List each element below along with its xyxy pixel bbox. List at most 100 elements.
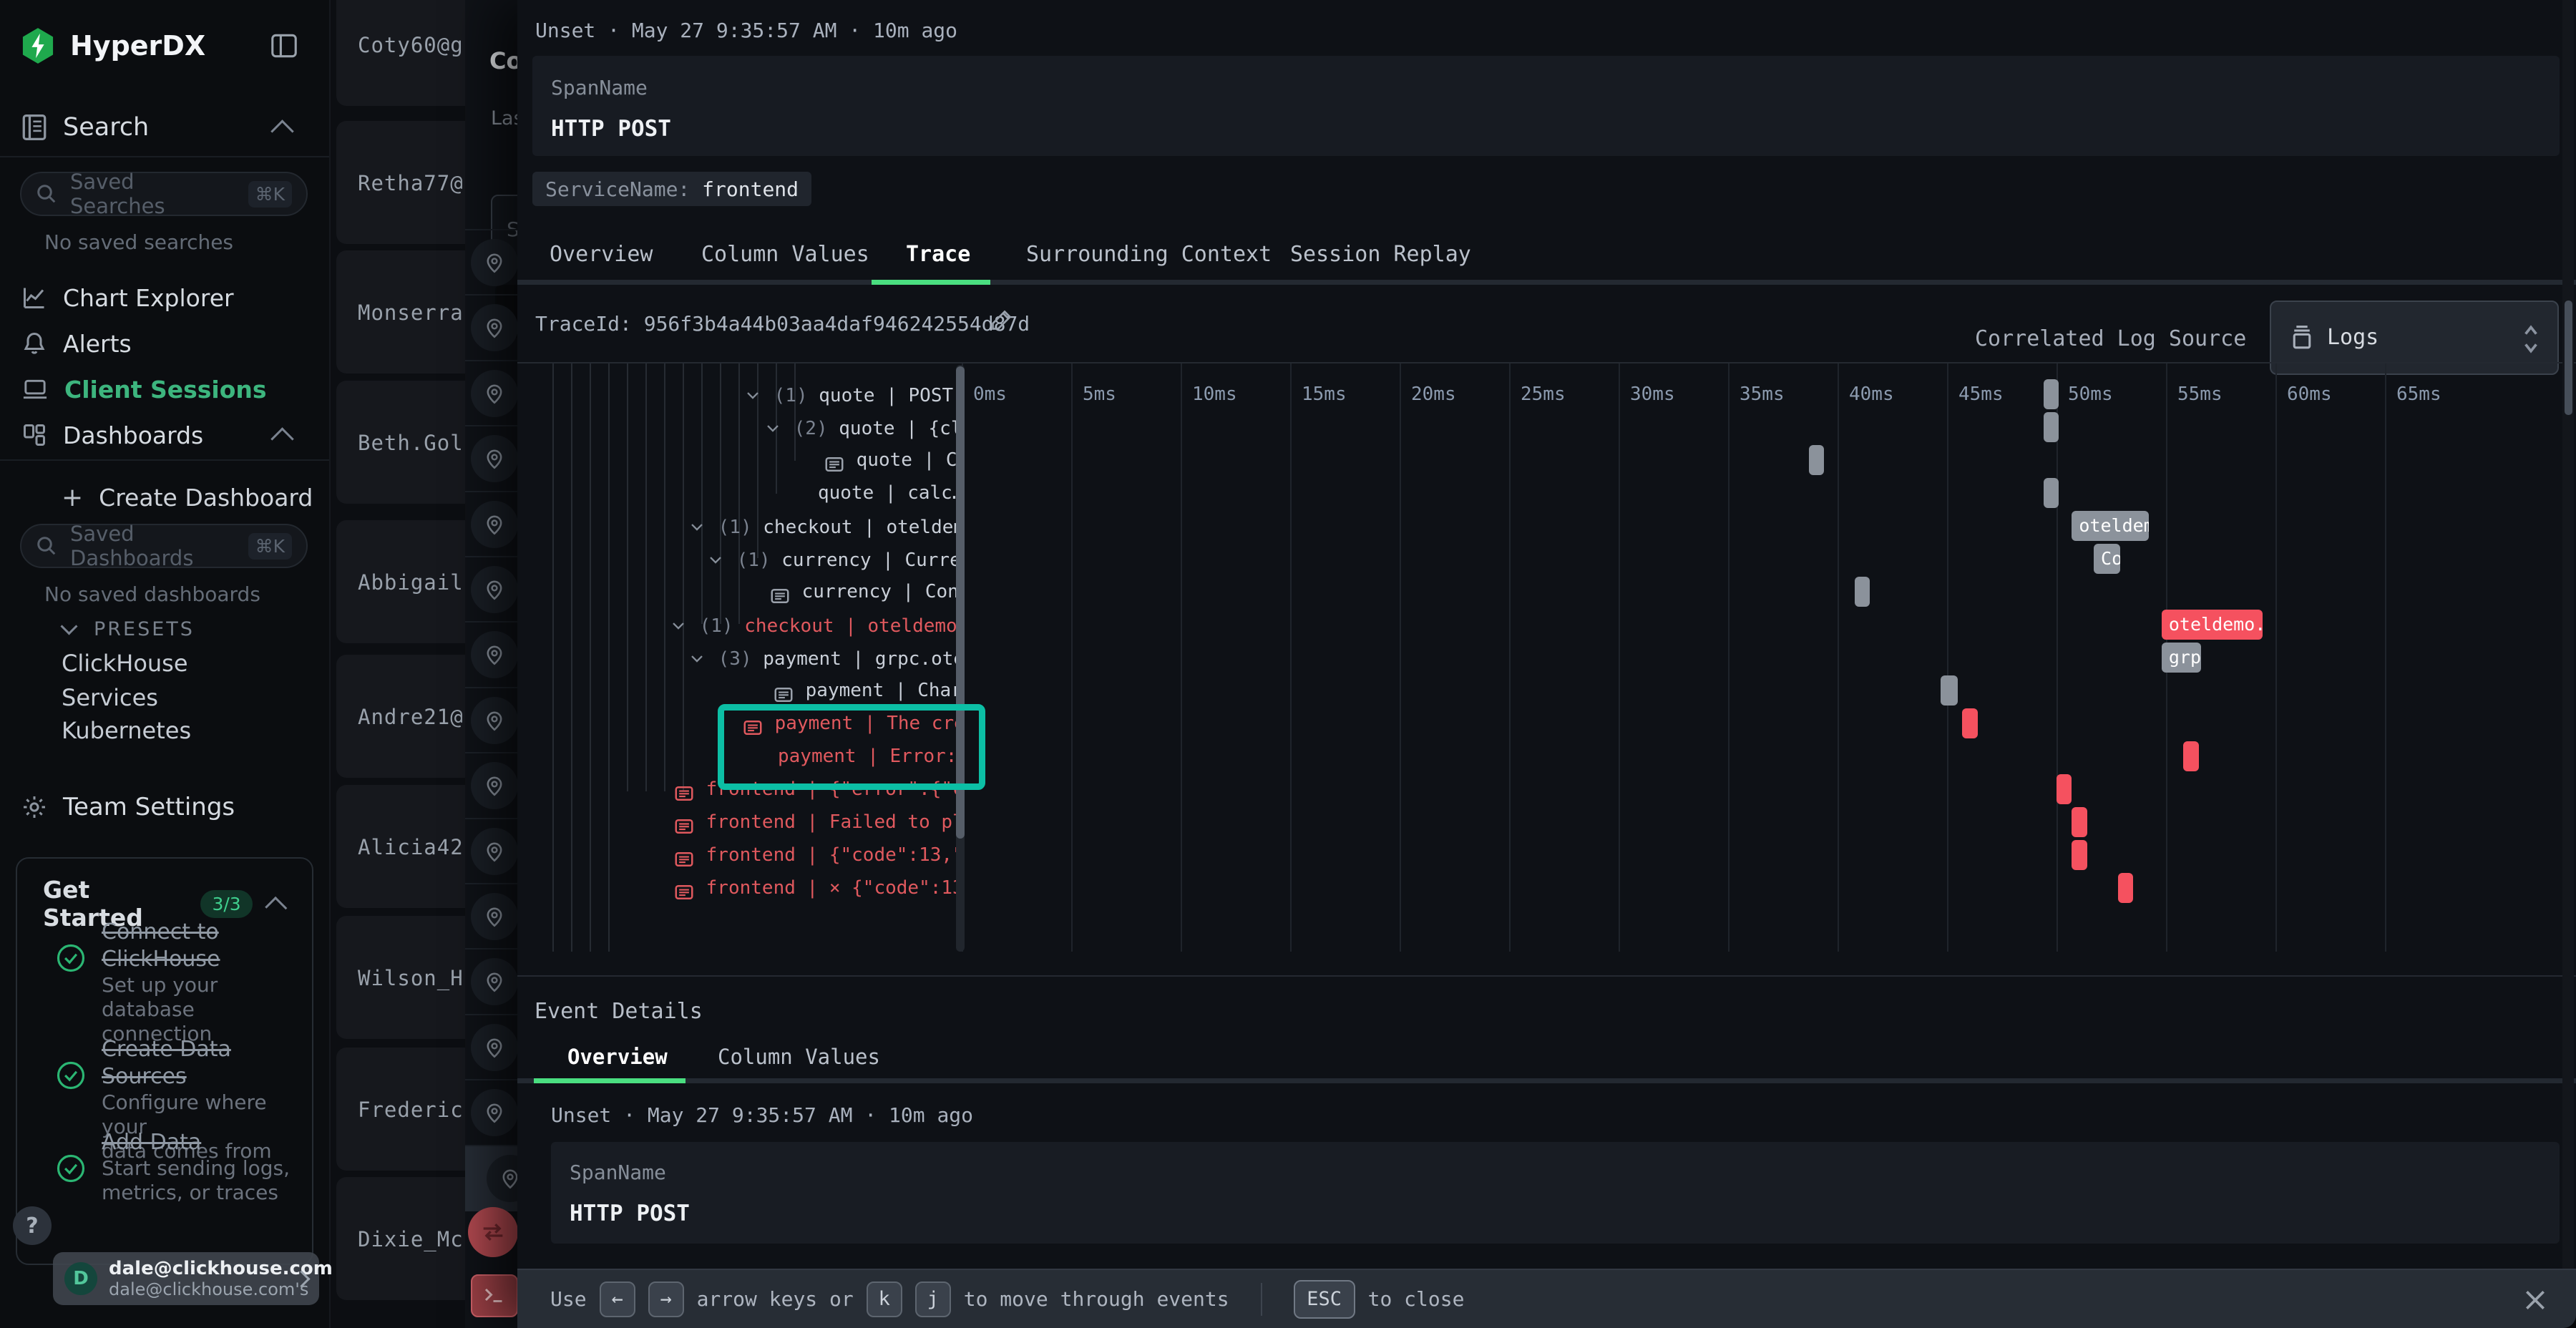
preset-clickhouse[interactable]: ClickHouse <box>62 650 188 677</box>
span-bar[interactable]: oteldemo.C <box>2072 511 2148 541</box>
location-pin-icon <box>471 1089 517 1136</box>
create-dashboard-button[interactable]: + Create Dashboard <box>62 478 348 517</box>
get-started-step-3[interactable]: Add Data Start sending logs, metrics, or… <box>102 1129 290 1205</box>
session-event-row[interactable] <box>465 1079 517 1146</box>
sidebar-item-client-sessions[interactable]: Client Sessions <box>21 369 308 409</box>
get-started-step-1[interactable]: Connect to ClickHouse Set up your databa… <box>102 919 312 1046</box>
trace-tree-row[interactable]: (1) checkout | oteldemo.… <box>517 509 961 542</box>
get-started-card: Get Started 3/3 Connect to ClickHouse Se… <box>16 857 313 1265</box>
span-bar[interactable] <box>1809 445 1824 475</box>
span-bar[interactable] <box>2072 807 2087 837</box>
trace-tree-row[interactable]: quote | calc… <box>517 477 961 509</box>
trace-tree-row[interactable]: frontend | × {"code":13,"d… <box>517 872 961 904</box>
arrow-right-key[interactable]: → <box>648 1281 684 1317</box>
trace-tree-row[interactable]: (1) quote | POST … <box>517 378 961 411</box>
chevron-down-icon[interactable] <box>763 411 783 444</box>
session-card[interactable]: Monserra <box>336 250 465 374</box>
span-bar[interactable]: Co <box>2094 544 2120 574</box>
chevron-down-icon[interactable] <box>668 608 688 641</box>
trace-tree-row[interactable]: payment | Charge … <box>517 674 961 707</box>
span-bar[interactable] <box>2118 873 2133 903</box>
preset-services[interactable]: Services <box>62 684 158 711</box>
location-pin-icon <box>487 1155 517 1202</box>
session-event-row[interactable] <box>465 883 517 949</box>
session-event-row[interactable] <box>465 687 517 753</box>
sidebar-item-team-settings[interactable]: Team Settings <box>21 787 308 827</box>
preset-kubernetes[interactable]: Kubernetes <box>62 717 191 744</box>
session-card[interactable]: Frederic <box>336 1048 465 1171</box>
saved-searches-input[interactable]: Saved Searches ⌘K <box>20 172 308 216</box>
trace-tree-row[interactable]: (3) payment | grpc.oteld… <box>517 641 961 674</box>
session-event-row[interactable] <box>465 948 517 1015</box>
trace-tree-row[interactable]: frontend | {"code":13,"det… <box>517 839 961 872</box>
sidebar-item-chart-explorer[interactable]: Chart Explorer <box>21 278 308 318</box>
span-bar[interactable] <box>1962 708 1977 738</box>
console-error-icon[interactable] <box>471 1274 518 1317</box>
drawer-scrollbar-thumb[interactable] <box>2565 301 2572 415</box>
session-card[interactable]: Retha77@ <box>336 121 465 244</box>
chevron-up-icon[interactable] <box>265 896 287 918</box>
span-bar[interactable] <box>1855 577 1870 607</box>
span-bar[interactable] <box>2044 412 2059 442</box>
span-bar[interactable] <box>2057 774 2072 804</box>
session-event-row[interactable] <box>465 1145 517 1211</box>
saved-dashboards-input[interactable]: Saved Dashboards ⌘K <box>20 524 308 568</box>
span-bar[interactable]: grp <box>2162 643 2201 673</box>
trace-tree-row[interactable]: (1) currency | Currenc… <box>517 542 961 575</box>
session-card[interactable]: Dixie_Mc <box>336 1177 465 1300</box>
session-event-row[interactable] <box>465 621 517 688</box>
get-started-badge: 3/3 <box>200 890 252 918</box>
session-card[interactable]: Coty60@g <box>336 0 465 106</box>
session-card[interactable]: Alicia42 <box>336 785 465 908</box>
timeline-tick-label: 20ms <box>1411 384 1456 405</box>
span-bar[interactable] <box>2183 741 2198 771</box>
session-card[interactable]: Wilson_H <box>336 916 465 1039</box>
span-bar[interactable] <box>2044 478 2059 508</box>
span-bar[interactable]: oteldemo. <box>2162 610 2263 640</box>
event-details-tab-overview[interactable]: Overview <box>567 1045 668 1069</box>
session-event-row[interactable] <box>465 1014 517 1080</box>
session-event-row[interactable] <box>465 229 517 296</box>
chevron-down-icon[interactable] <box>687 509 707 542</box>
trace-tree-row[interactable]: frontend | Failed to place… <box>517 806 961 839</box>
event-details-tab-column-values[interactable]: Column Values <box>718 1045 880 1069</box>
chevron-down-icon[interactable] <box>687 641 707 674</box>
help-button[interactable]: ? <box>13 1206 52 1245</box>
session-card[interactable]: Abbigail <box>336 520 465 643</box>
sidebar-item-dashboards[interactable]: Dashboards <box>21 415 308 455</box>
span-bar[interactable] <box>1941 675 1958 706</box>
session-event-row[interactable] <box>465 491 517 557</box>
navigation-event-icon[interactable] <box>468 1207 518 1257</box>
session-event-row[interactable] <box>465 818 517 884</box>
plus-icon: + <box>62 483 83 512</box>
session-event-row[interactable] <box>465 425 517 492</box>
session-card[interactable]: Beth.Gol <box>336 381 465 504</box>
session-event-row[interactable] <box>465 360 517 426</box>
chevron-down-icon[interactable] <box>706 542 726 575</box>
sidebar-item-alerts[interactable]: Alerts <box>21 323 308 363</box>
session-event-row[interactable] <box>465 556 517 622</box>
trace-tree-row[interactable]: (2) quote | {cl… <box>517 411 961 444</box>
j-key[interactable]: j <box>915 1281 951 1317</box>
divider <box>517 975 2576 977</box>
session-event-row[interactable] <box>465 294 517 361</box>
k-key[interactable]: k <box>867 1281 902 1317</box>
chevron-down-icon[interactable] <box>743 378 763 411</box>
collapse-sidebar-icon[interactable] <box>270 34 298 58</box>
location-pin-icon <box>471 828 517 875</box>
session-card[interactable]: Andre21@ <box>336 655 465 778</box>
arrow-left-key[interactable]: ← <box>600 1281 635 1317</box>
trace-tree-row[interactable]: (1) checkout | oteldemo.Pa… <box>517 608 961 641</box>
close-icon[interactable] <box>2521 1286 2550 1314</box>
esc-key[interactable]: ESC <box>1294 1280 1355 1319</box>
trace-tree-row[interactable]: quote | C… <box>517 444 961 477</box>
presets-header[interactable]: PRESETS <box>63 612 306 645</box>
session-event-row[interactable] <box>465 752 517 819</box>
trace-tree-row[interactable]: currency | Conv… <box>517 575 961 608</box>
drawer-scrollbar[interactable] <box>2562 0 2574 1269</box>
span-bar[interactable] <box>2072 840 2087 870</box>
span-bar[interactable] <box>2044 379 2059 409</box>
sidebar-item-search[interactable]: Search <box>21 107 308 147</box>
user-profile-chip[interactable]: D dale@clickhouse.com dale@clickhouse.co… <box>53 1252 319 1305</box>
check-circle-icon <box>56 1060 86 1090</box>
